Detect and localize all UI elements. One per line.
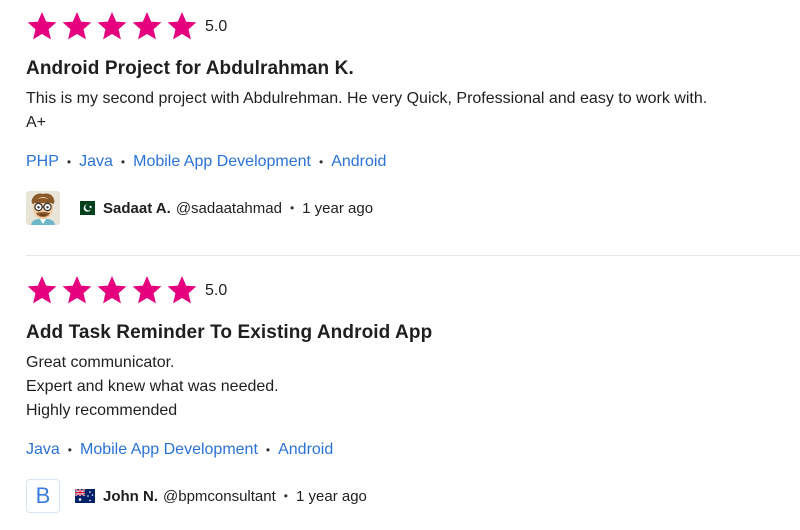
skill-link-mobile-app-development[interactable]: Mobile App Development (80, 439, 258, 461)
star-icon (96, 10, 128, 42)
rating-value: 5.0 (205, 18, 228, 35)
star-icon (26, 274, 58, 306)
separator-dot: • (120, 155, 126, 169)
review-title: Add Task Reminder To Existing Android Ap… (26, 322, 433, 343)
separator-dot: • (66, 155, 72, 169)
review-time: 1 year ago (302, 199, 374, 217)
skill-tags: Java • Mobile App Development • Android (26, 439, 800, 461)
avatar[interactable] (26, 191, 60, 225)
star-icon (26, 10, 58, 42)
review-body-line: This is my second project with Abdulrehm… (26, 90, 708, 107)
rating-value: 5.0 (205, 282, 228, 299)
separator-dot: • (289, 201, 295, 215)
reviewer-username[interactable]: @bpmconsultant (163, 488, 276, 505)
review-body: This is my second project with Abdulrehm… (26, 87, 800, 135)
reviewer-info: Sadaat A. @sadaatahmad • 1 year ago (26, 191, 800, 225)
skill-link-mobile-app-development[interactable]: Mobile App Development (133, 151, 311, 173)
review-body-line: Expert and knew what was needed. (26, 378, 279, 395)
star-icon (61, 274, 93, 306)
star-icon (96, 274, 128, 306)
separator-dot: • (283, 489, 288, 503)
star-icon (131, 10, 163, 42)
skill-link-android[interactable]: Android (331, 151, 386, 173)
star-icon (61, 10, 93, 42)
skill-link-java[interactable]: Java (79, 151, 113, 173)
review-body-line: Highly recommended (26, 402, 178, 419)
star-icon (131, 274, 163, 306)
reviewer-info: B John N. @bpmconsultant • 1 year ago (26, 479, 800, 513)
review-body-line: Great communicator. (26, 354, 175, 371)
pakistan-flag-icon (75, 201, 95, 215)
skill-tags: PHP • Java • Mobile App Development • An… (26, 151, 800, 173)
separator-dot: • (265, 443, 271, 457)
star-rating: 5.0 (26, 272, 800, 308)
star-icon (166, 10, 198, 42)
reviewer-name[interactable]: John N. (103, 488, 158, 505)
separator-dot: • (319, 155, 324, 169)
skill-link-java[interactable]: Java (26, 439, 60, 461)
australia-flag-icon (75, 489, 95, 503)
skill-link-php[interactable]: PHP (26, 151, 59, 173)
star-icon (166, 274, 198, 306)
star-rating: 5.0 (26, 8, 800, 44)
separator-dot: • (67, 443, 72, 457)
review-title: Android Project for Abdulrahman K. (26, 58, 354, 79)
review-body-line: A+ (26, 114, 47, 131)
review-divider (26, 255, 800, 256)
review-card: 5.0 Android Project for Abdulrahman K. T… (26, 8, 800, 225)
reviewer-name[interactable]: Sadaat A. (103, 200, 171, 217)
reviewer-username[interactable]: @sadaatahmad (176, 200, 282, 217)
avatar[interactable]: B (26, 479, 60, 513)
review-time: 1 year ago (296, 487, 367, 505)
review-card: 5.0 Add Task Reminder To Existing Androi… (26, 272, 800, 513)
review-body: Great communicator. Expert and knew what… (26, 351, 800, 423)
skill-link-android[interactable]: Android (278, 439, 333, 461)
